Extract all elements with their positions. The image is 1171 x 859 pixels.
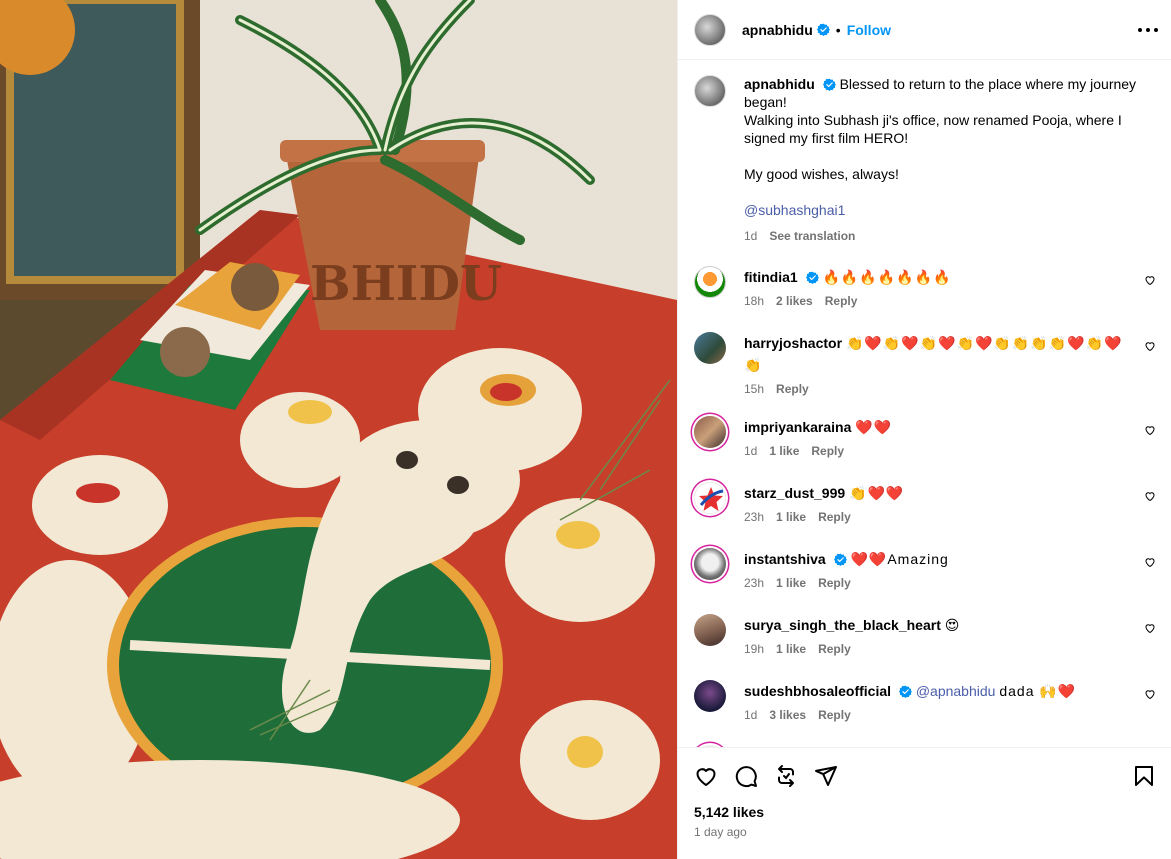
bookmark-icon[interactable] bbox=[1132, 764, 1156, 788]
comment-text: ❤️❤️Amazing bbox=[850, 551, 949, 567]
commenter-username[interactable]: impriyankaraina bbox=[744, 419, 851, 435]
comment-item: sudeshbhosaleofficial @apnabhidu dada 🙌❤… bbox=[694, 680, 1156, 726]
comments-scroll-area[interactable]: apnabhidu Blessed to return to the place… bbox=[678, 61, 1171, 747]
comment-time: 1d bbox=[744, 444, 758, 458]
comment-item: impriyankaraina ❤️❤️ 1d 1 like Reply bbox=[694, 416, 1156, 462]
comment-text: 👏❤️❤️ bbox=[849, 485, 905, 501]
like-comment-heart-icon[interactable] bbox=[1144, 340, 1156, 352]
verified-badge-icon bbox=[816, 23, 830, 36]
comment-text: ❤️❤️ bbox=[855, 419, 893, 435]
comment-item: harryjoshactor 👏❤️👏❤️👏❤️👏❤️👏👏👏👏❤️👏❤️👏 15… bbox=[694, 332, 1156, 400]
post-time: 1 day ago bbox=[694, 825, 747, 839]
comment-time: 19h bbox=[744, 642, 765, 656]
post-dialog: BHIDU apnabhidu • Follow apnabhidu Bless… bbox=[0, 0, 1171, 859]
more-options-icon[interactable] bbox=[1138, 20, 1158, 40]
reply-button[interactable]: Reply bbox=[825, 290, 858, 312]
commenter-username[interactable]: fitindia1 bbox=[744, 269, 798, 285]
post-caption: apnabhidu Blessed to return to the place… bbox=[694, 75, 1156, 245]
comment-likes[interactable]: 2 likes bbox=[776, 290, 813, 312]
verified-badge-icon bbox=[805, 271, 819, 284]
caption-line-2: Walking into Subhash ji's office, now re… bbox=[744, 112, 1122, 146]
comment-likes[interactable]: 1 like bbox=[776, 506, 806, 528]
caption-avatar[interactable] bbox=[694, 75, 726, 107]
comment-item: instantshiva ❤️❤️Amazing 23h 1 like Repl… bbox=[694, 548, 1156, 594]
like-comment-heart-icon[interactable] bbox=[1144, 490, 1156, 502]
reply-button[interactable]: Reply bbox=[818, 704, 851, 726]
comment-item: starz_dust_999 👏❤️❤️ 23h 1 like Reply bbox=[694, 482, 1156, 528]
comment-item: surya_singh_the_black_heart 😍 19h 1 like… bbox=[694, 614, 1156, 660]
verified-badge-icon bbox=[822, 78, 836, 91]
commenter-username[interactable]: harryjoshactor bbox=[744, 335, 842, 351]
caption-mention-link[interactable]: @subhashghai1 bbox=[744, 201, 1144, 219]
post-header: apnabhidu • Follow bbox=[678, 0, 1171, 60]
reply-button[interactable]: Reply bbox=[818, 638, 851, 660]
caption-username[interactable]: apnabhidu bbox=[744, 76, 815, 92]
like-comment-heart-icon[interactable] bbox=[1144, 622, 1156, 634]
post-image[interactable]: BHIDU bbox=[0, 0, 677, 859]
commenter-username[interactable]: sudeshbhosaleofficial bbox=[744, 683, 891, 699]
comment-likes[interactable]: 3 likes bbox=[769, 704, 806, 726]
share-icon[interactable] bbox=[774, 764, 798, 788]
follow-button[interactable]: Follow bbox=[847, 22, 891, 38]
commenter-avatar[interactable] bbox=[694, 482, 726, 514]
commenter-username[interactable]: starz_dust_999 bbox=[744, 485, 845, 501]
commenter-username[interactable]: surya_singh_the_black_heart bbox=[744, 617, 941, 633]
send-icon[interactable] bbox=[814, 764, 838, 788]
comment-time: 18h bbox=[744, 294, 765, 308]
comment-text: 🔥🔥🔥🔥🔥🔥🔥 bbox=[822, 269, 952, 285]
reply-button[interactable]: Reply bbox=[818, 506, 851, 528]
comment-time: 15h bbox=[744, 382, 765, 396]
comment-item: fitindia1 🔥🔥🔥🔥🔥🔥🔥 18h 2 likes Reply bbox=[694, 266, 1156, 312]
commenter-avatar[interactable] bbox=[694, 680, 726, 712]
reply-button[interactable]: Reply bbox=[776, 378, 809, 400]
verified-badge-icon bbox=[833, 553, 847, 566]
comment-time: 23h bbox=[744, 576, 765, 590]
verified-badge-icon bbox=[898, 685, 912, 698]
likes-count[interactable]: 5,142 likes bbox=[694, 804, 764, 820]
see-translation-button[interactable]: See translation bbox=[769, 227, 855, 245]
post-actions-bar: 5,142 likes 1 day ago bbox=[678, 747, 1171, 859]
commenter-avatar[interactable] bbox=[694, 332, 726, 364]
commenter-avatar[interactable] bbox=[694, 266, 726, 298]
separator-dot: • bbox=[835, 21, 841, 38]
reply-button[interactable]: Reply bbox=[811, 440, 844, 462]
comment-icon[interactable] bbox=[734, 764, 758, 788]
comment-time: 1d bbox=[744, 708, 758, 722]
commenter-avatar[interactable] bbox=[694, 614, 726, 646]
caption-line-3: My good wishes, always! bbox=[744, 166, 899, 182]
comment-likes[interactable]: 1 like bbox=[776, 638, 806, 660]
author-avatar[interactable] bbox=[694, 13, 726, 46]
rangoli-photo-illustration: BHIDU bbox=[0, 0, 677, 859]
like-comment-heart-icon[interactable] bbox=[1144, 556, 1156, 568]
star-logo-icon bbox=[699, 487, 724, 511]
like-comment-heart-icon[interactable] bbox=[1144, 688, 1156, 700]
reply-button[interactable]: Reply bbox=[818, 572, 851, 594]
comment-text: dada 🙌❤️ bbox=[999, 683, 1077, 699]
comment-text: 😍 bbox=[944, 617, 961, 633]
comment-likes[interactable]: 1 like bbox=[776, 572, 806, 594]
like-comment-heart-icon[interactable] bbox=[1144, 424, 1156, 436]
comment-mention-link[interactable]: @apnabhidu bbox=[916, 683, 996, 699]
comment-time: 23h bbox=[744, 510, 765, 524]
comment-likes[interactable]: 1 like bbox=[769, 440, 799, 462]
commenter-username[interactable]: instantshiva bbox=[744, 551, 826, 567]
commenter-avatar[interactable] bbox=[694, 548, 726, 580]
svg-text:BHIDU: BHIDU bbox=[310, 256, 502, 312]
author-username[interactable]: apnabhidu bbox=[742, 22, 813, 38]
heart-icon[interactable] bbox=[694, 764, 718, 788]
like-comment-heart-icon[interactable] bbox=[1144, 274, 1156, 286]
post-side-panel: apnabhidu • Follow apnabhidu Blessed to … bbox=[677, 0, 1171, 859]
caption-time: 1d bbox=[744, 229, 758, 243]
commenter-avatar[interactable] bbox=[694, 416, 726, 448]
